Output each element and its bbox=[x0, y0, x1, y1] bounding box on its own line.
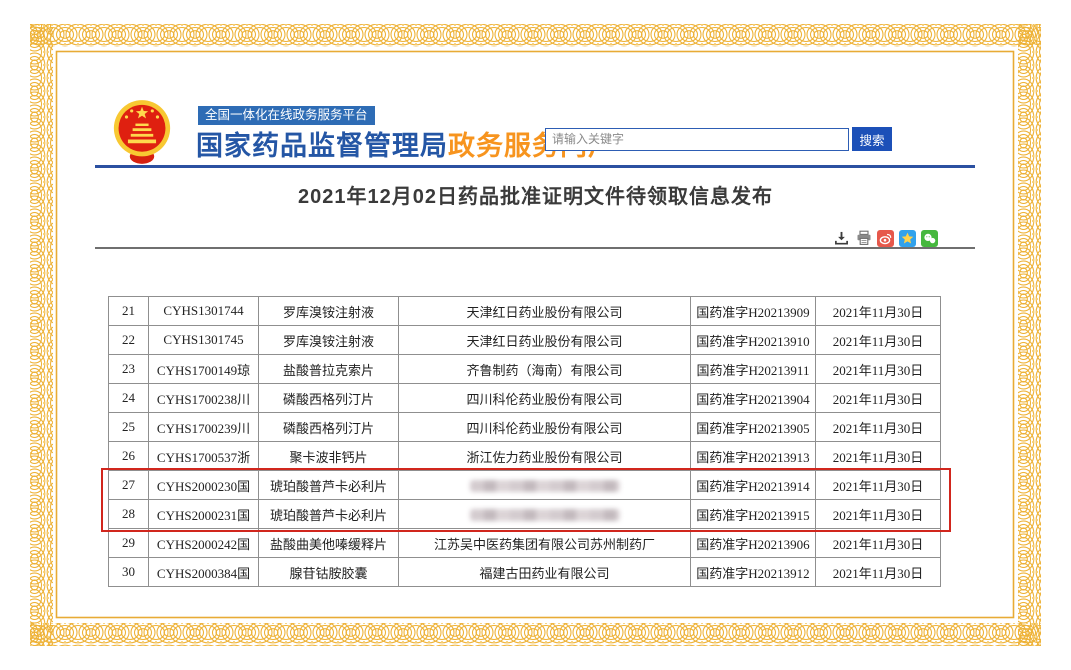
search-button[interactable]: 搜索 bbox=[852, 127, 892, 151]
cell-date: 2021年11月30日 bbox=[816, 355, 941, 384]
national-emblem-logo bbox=[112, 98, 172, 166]
cell-approval-no: 国药准字H20213906 bbox=[691, 529, 816, 558]
table-row: 26CYHS1700537浙聚卡波非钙片浙江佐力药业股份有限公司国药准字H202… bbox=[109, 442, 941, 471]
cell-approval-no: 国药准字H20213913 bbox=[691, 442, 816, 471]
content-area: 全国一体化在线政务服务平台 国家药品监督管理局政务服务门户 搜索 2021年12… bbox=[0, 0, 1071, 670]
table-row: 30CYHS2000384国腺苷钴胺胶囊福建古田药业有限公司国药准字H20213… bbox=[109, 558, 941, 587]
cell-drug-name: 琥珀酸普芦卡必利片 bbox=[259, 500, 399, 529]
table-body: 21CYHS1301744罗库溴铵注射液天津红日药业股份有限公司国药准字H202… bbox=[109, 297, 941, 587]
cell-drug-name: 磷酸西格列汀片 bbox=[259, 384, 399, 413]
cell-company: 四川科伦药业股份有限公司 bbox=[399, 384, 691, 413]
qzone-share-icon[interactable] bbox=[899, 230, 916, 247]
cell-approval-no: 国药准字H20213910 bbox=[691, 326, 816, 355]
cell-acceptance-no: CYHS2000384国 bbox=[149, 558, 259, 587]
cell-approval-no: 国药准字H20213904 bbox=[691, 384, 816, 413]
cell-drug-name: 罗库溴铵注射液 bbox=[259, 326, 399, 355]
cell-drug-name: 罗库溴铵注射液 bbox=[259, 297, 399, 326]
cell-serial: 27 bbox=[109, 471, 149, 500]
cell-drug-name: 盐酸曲美他嗪缓释片 bbox=[259, 529, 399, 558]
cell-company bbox=[399, 471, 691, 500]
cell-acceptance-no: CYHS2000242国 bbox=[149, 529, 259, 558]
cell-company: 天津红日药业股份有限公司 bbox=[399, 297, 691, 326]
cell-acceptance-no: CYHS1700238川 bbox=[149, 384, 259, 413]
cell-company: 浙江佐力药业股份有限公司 bbox=[399, 442, 691, 471]
table-row: 22CYHS1301745罗库溴铵注射液天津红日药业股份有限公司国药准字H202… bbox=[109, 326, 941, 355]
header-divider bbox=[95, 165, 975, 168]
redacted-company bbox=[470, 480, 620, 492]
cell-company: 江苏吴中医药集团有限公司苏州制药厂 bbox=[399, 529, 691, 558]
cell-company: 四川科伦药业股份有限公司 bbox=[399, 413, 691, 442]
cell-approval-no: 国药准字H20213912 bbox=[691, 558, 816, 587]
table-row: 25CYHS1700239川磷酸西格列汀片四川科伦药业股份有限公司国药准字H20… bbox=[109, 413, 941, 442]
cell-company bbox=[399, 500, 691, 529]
cell-company: 天津红日药业股份有限公司 bbox=[399, 326, 691, 355]
cell-approval-no: 国药准字H20213909 bbox=[691, 297, 816, 326]
cell-acceptance-no: CYHS1700537浙 bbox=[149, 442, 259, 471]
table-row: 29CYHS2000242国盐酸曲美他嗪缓释片江苏吴中医药集团有限公司苏州制药厂… bbox=[109, 529, 941, 558]
cell-serial: 23 bbox=[109, 355, 149, 384]
print-icon[interactable] bbox=[855, 230, 872, 247]
cell-serial: 22 bbox=[109, 326, 149, 355]
cell-serial: 24 bbox=[109, 384, 149, 413]
cell-company: 齐鲁制药（海南）有限公司 bbox=[399, 355, 691, 384]
cell-date: 2021年11月30日 bbox=[816, 413, 941, 442]
page: 全国一体化在线政务服务平台 国家药品监督管理局政务服务门户 搜索 2021年12… bbox=[0, 0, 1071, 670]
weibo-share-icon[interactable] bbox=[877, 230, 894, 247]
table-row: 21CYHS1301744罗库溴铵注射液天津红日药业股份有限公司国药准字H202… bbox=[109, 297, 941, 326]
cell-date: 2021年11月30日 bbox=[816, 297, 941, 326]
cell-drug-name: 聚卡波非钙片 bbox=[259, 442, 399, 471]
table-row: 23CYHS1700149琼盐酸普拉克索片齐鲁制药（海南）有限公司国药准字H20… bbox=[109, 355, 941, 384]
search-input[interactable] bbox=[545, 128, 849, 151]
cell-drug-name: 盐酸普拉克索片 bbox=[259, 355, 399, 384]
cell-date: 2021年11月30日 bbox=[816, 500, 941, 529]
cell-approval-no: 国药准字H20213905 bbox=[691, 413, 816, 442]
cell-acceptance-no: CYHS1700149琼 bbox=[149, 355, 259, 384]
site-name-primary: 国家药品监督管理局 bbox=[196, 131, 448, 161]
table-row: 28CYHS2000231国琥珀酸普芦卡必利片 国药准字H202139152021… bbox=[109, 500, 941, 529]
cell-approval-no: 国药准字H20213914 bbox=[691, 471, 816, 500]
wechat-share-icon[interactable] bbox=[921, 230, 938, 247]
cell-company: 福建古田药业有限公司 bbox=[399, 558, 691, 587]
results-table: 21CYHS1301744罗库溴铵注射液天津红日药业股份有限公司国药准字H202… bbox=[108, 296, 941, 587]
redacted-company bbox=[470, 509, 620, 521]
search-bar: 搜索 bbox=[545, 127, 892, 151]
cell-date: 2021年11月30日 bbox=[816, 471, 941, 500]
cell-drug-name: 磷酸西格列汀片 bbox=[259, 413, 399, 442]
cell-date: 2021年11月30日 bbox=[816, 529, 941, 558]
cell-date: 2021年11月30日 bbox=[816, 384, 941, 413]
page-title: 2021年12月02日药品批准证明文件待领取信息发布 bbox=[58, 180, 1013, 209]
platform-badge: 全国一体化在线政务服务平台 bbox=[198, 106, 375, 125]
cell-serial: 29 bbox=[109, 529, 149, 558]
cell-serial: 21 bbox=[109, 297, 149, 326]
toolbar-divider bbox=[95, 247, 975, 249]
cell-drug-name: 腺苷钴胺胶囊 bbox=[259, 558, 399, 587]
cell-date: 2021年11月30日 bbox=[816, 558, 941, 587]
cell-date: 2021年11月30日 bbox=[816, 442, 941, 471]
cell-acceptance-no: CYHS1301744 bbox=[149, 297, 259, 326]
table-row: 24CYHS1700238川磷酸西格列汀片四川科伦药业股份有限公司国药准字H20… bbox=[109, 384, 941, 413]
table-row: 27CYHS2000230国琥珀酸普芦卡必利片 国药准字H202139142021… bbox=[109, 471, 941, 500]
cell-date: 2021年11月30日 bbox=[816, 326, 941, 355]
cell-acceptance-no: CYHS1301745 bbox=[149, 326, 259, 355]
cell-approval-no: 国药准字H20213911 bbox=[691, 355, 816, 384]
cell-serial: 28 bbox=[109, 500, 149, 529]
cell-serial: 26 bbox=[109, 442, 149, 471]
cell-acceptance-no: CYHS2000230国 bbox=[149, 471, 259, 500]
cell-acceptance-no: CYHS1700239川 bbox=[149, 413, 259, 442]
cell-acceptance-no: CYHS2000231国 bbox=[149, 500, 259, 529]
cell-drug-name: 琥珀酸普芦卡必利片 bbox=[259, 471, 399, 500]
cell-serial: 25 bbox=[109, 413, 149, 442]
cell-approval-no: 国药准字H20213915 bbox=[691, 500, 816, 529]
download-icon[interactable] bbox=[833, 230, 850, 247]
cell-serial: 30 bbox=[109, 558, 149, 587]
toolbar bbox=[833, 229, 938, 247]
